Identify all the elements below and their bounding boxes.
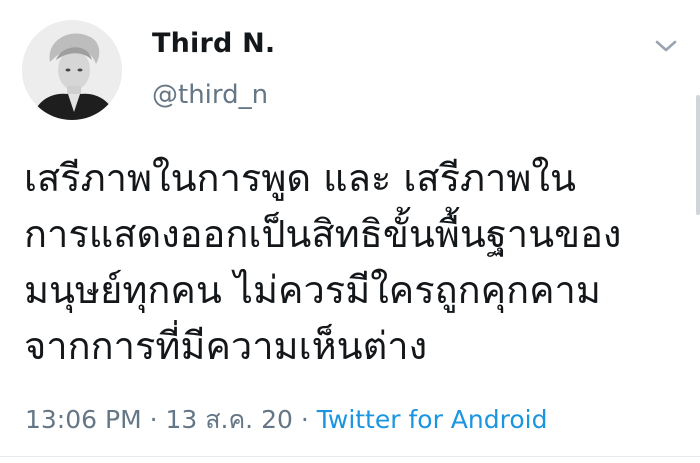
profile-photo-icon: [22, 20, 122, 120]
tweet-menu-button[interactable]: [652, 34, 680, 58]
tweet-card: Third N. @third_n เสรีภาพในการพูด และ เส…: [0, 0, 700, 463]
scrollbar[interactable]: [696, 95, 700, 215]
tweet-time[interactable]: 13:06 PM: [25, 405, 142, 434]
divider: [0, 456, 700, 457]
chevron-down-icon: [655, 40, 677, 52]
tweet-source-link[interactable]: Twitter for Android: [317, 405, 548, 434]
avatar[interactable]: [22, 20, 122, 120]
tweet-text: เสรีภาพในการพูด และ เสรีภาพใน การแสดงออก…: [24, 156, 622, 368]
handle[interactable]: @third_n: [152, 80, 268, 110]
meta-separator: ·: [141, 405, 166, 434]
meta-separator-2: ·: [292, 405, 317, 434]
display-name[interactable]: Third N.: [152, 28, 275, 59]
tweet-metadata: 13:06 PM · 13 ส.ค. 20 · Twitter for Andr…: [25, 400, 547, 440]
tweet-date[interactable]: 13 ส.ค. 20: [165, 405, 292, 434]
